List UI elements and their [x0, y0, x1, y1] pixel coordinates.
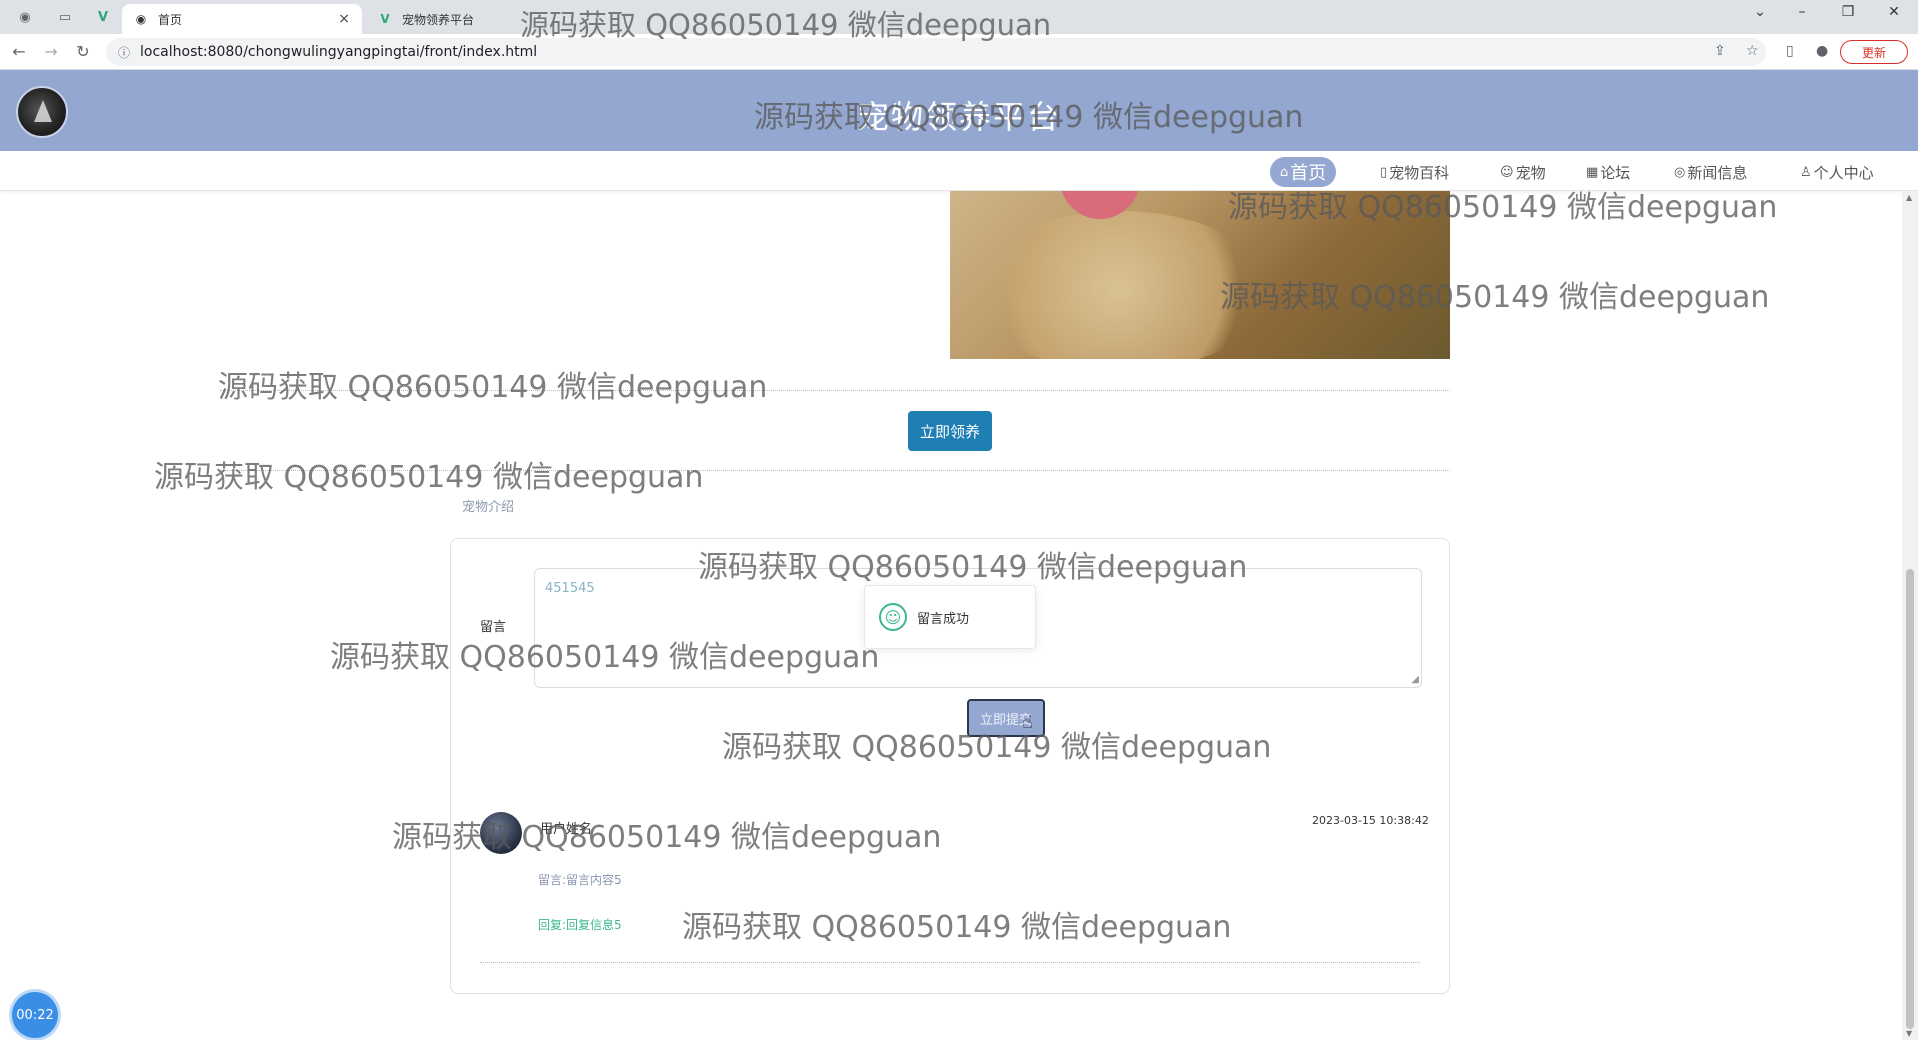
nav-item-pet-encyclopedia[interactable]: ▯ 宠物百科 — [1374, 157, 1455, 187]
smile-icon: ☺ — [879, 603, 907, 631]
forward-icon[interactable]: → — [40, 42, 62, 61]
tab-pet-intro[interactable]: 宠物介绍 — [462, 496, 514, 515]
pet-fur — [970, 211, 1270, 359]
minimize-icon[interactable]: – — [1782, 4, 1822, 20]
sidebar-icon[interactable]: ▯ — [1786, 43, 1794, 59]
comment-reply: 回复:回复信息5 — [538, 918, 622, 932]
nav-label: 首页 — [1290, 163, 1327, 184]
divider — [220, 390, 1450, 391]
nav-item-user-center[interactable]: ♙ 个人中心 — [1794, 157, 1880, 187]
toast-text: 留言成功 — [917, 611, 970, 627]
divider — [220, 470, 1450, 471]
tab-pet-platform[interactable]: V 宠物领养平台 — [366, 4, 586, 34]
globe-icon: ◉ — [135, 12, 147, 26]
news-icon: ◎ — [1674, 164, 1686, 180]
message-value: 451545 — [545, 581, 595, 596]
submit-button[interactable]: 立即提交 — [967, 699, 1045, 737]
close-icon[interactable]: × — [338, 11, 350, 27]
vue-icon: V — [380, 12, 390, 26]
nav-label: 新闻信息 — [1687, 163, 1748, 182]
blank-tab-icon[interactable]: ▭ — [56, 8, 74, 26]
site-title: 宠物领养平台 — [856, 98, 1061, 136]
nav-item-pets[interactable]: ☺ 宠物 — [1494, 157, 1552, 187]
site-header: 宠物领养平台 — [0, 70, 1918, 151]
address-bar: ← → ↻ ⓘ localhost:8080/chongwulingyangpi… — [0, 34, 1918, 70]
nav-item-news[interactable]: ◎ 新闻信息 — [1668, 157, 1753, 187]
nav-item-forum[interactable]: ▦ 论坛 — [1580, 157, 1636, 187]
tab-title: 首页 — [158, 12, 183, 27]
home-icon: ⌂ — [1280, 164, 1289, 180]
divider — [480, 962, 1420, 963]
resize-grip-icon[interactable]: ◢ — [1411, 674, 1419, 685]
pet-image — [950, 191, 1450, 359]
comment-content: 留言:留言内容5 — [538, 873, 622, 887]
url-field[interactable]: ⓘ localhost:8080/chongwulingyangpingtai/… — [106, 38, 1766, 66]
recording-timer[interactable]: 00:22 — [12, 992, 58, 1038]
comment-time: 2023-03-15 10:38:42 — [1312, 814, 1429, 827]
pet-icon: ☺ — [1500, 164, 1514, 180]
nav-label: 宠物 — [1515, 163, 1546, 182]
vue-icon[interactable]: V — [94, 8, 112, 26]
back-icon[interactable]: ← — [8, 42, 30, 61]
comment-user: 用户姓名 — [540, 822, 593, 837]
scroll-up-icon[interactable]: ▲ — [1906, 193, 1912, 202]
star-icon[interactable]: ☆ — [1746, 43, 1759, 59]
chevron-down-icon[interactable]: ⌄ — [1740, 4, 1780, 20]
nav-label: 个人中心 — [1813, 163, 1874, 182]
page-scrollbar[interactable]: ▲ ▼ — [1902, 191, 1918, 1040]
close-window-icon[interactable]: ✕ — [1874, 4, 1914, 20]
update-button[interactable]: 更新 — [1840, 40, 1908, 64]
forum-icon: ▦ — [1586, 164, 1599, 180]
message-label: 留言 — [480, 620, 507, 635]
tab-title: 宠物领养平台 — [402, 12, 475, 27]
info-icon[interactable]: ⓘ — [118, 44, 130, 61]
profile-icon[interactable]: ● — [1816, 43, 1828, 59]
url-text: localhost:8080/chongwulingyangpingtai/fr… — [140, 44, 538, 60]
adopt-button[interactable]: 立即领养 — [908, 411, 992, 451]
user-icon: ♙ — [1800, 164, 1812, 180]
nav-label: 宠物百科 — [1389, 163, 1450, 182]
browser-favicon-icon[interactable]: ◉ — [16, 8, 34, 26]
nav-label: 论坛 — [1600, 163, 1631, 182]
nav-item-home[interactable]: ⌂ 首页 — [1270, 157, 1337, 187]
tab-home[interactable]: ◉ 首页 × — [122, 4, 362, 34]
scroll-down-icon[interactable]: ▼ — [1906, 1029, 1912, 1038]
success-toast: ☺ 留言成功 — [864, 585, 1036, 649]
restore-icon[interactable]: ❐ — [1828, 4, 1868, 20]
watermark: 源码获取 QQ86050149 微信deepguan — [218, 370, 768, 405]
browser-tab-bar: ◉ ▭ V ◉ 首页 × V 宠物领养平台 ⌄ – ❐ ✕ — [0, 0, 1918, 34]
main-nav: ⌂ 首页 ▯ 宠物百科 ☺ 宠物 ▦ 论坛 ◎ 新闻信息 ♙ 个人中心 — [0, 151, 1918, 191]
avatar — [480, 812, 522, 854]
scroll-thumb[interactable] — [1906, 569, 1914, 1029]
cursor-icon: ☝ — [1022, 712, 1033, 733]
book-icon: ▯ — [1380, 164, 1388, 180]
share-icon[interactable]: ⇪ — [1714, 43, 1726, 59]
reload-icon[interactable]: ↻ — [72, 42, 94, 61]
watermark: 源码获取 QQ86050149 微信deepguan — [154, 460, 704, 495]
